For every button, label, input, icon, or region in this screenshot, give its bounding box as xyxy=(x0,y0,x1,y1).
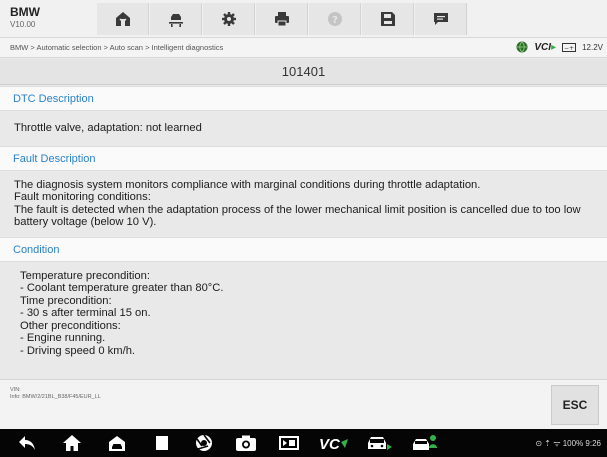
app-brand: BMW V10.00 xyxy=(10,6,40,30)
nav-recents-button[interactable] xyxy=(150,434,174,452)
fault-line: Fault monitoring conditions: xyxy=(14,191,151,203)
connection-status: VCI▸ −+ 12.2V xyxy=(516,41,603,53)
recents-icon xyxy=(156,436,168,450)
vci-connected-icon: ▸ xyxy=(551,41,557,53)
condition-text: Temperature precondition: - Coolant temp… xyxy=(0,261,607,379)
vci-icon: VC xyxy=(319,436,348,452)
vehicle-lift-button[interactable] xyxy=(150,3,202,35)
fault-line: The diagnosis system monitors compliance… xyxy=(14,178,481,191)
nav-home-button[interactable] xyxy=(60,434,84,452)
dtc-description-text: Throttle valve, adaptation: not learned xyxy=(0,111,607,146)
back-icon xyxy=(19,436,35,450)
screen-record-icon xyxy=(279,436,299,450)
camera-icon xyxy=(236,435,256,451)
vin-label: VIN: xyxy=(10,387,21,393)
home-button[interactable] xyxy=(97,3,149,35)
dtc-detail-panel[interactable]: DTC Description Throttle valve, adaptati… xyxy=(0,86,607,379)
vehicle-info: VIN: Info: BMW/2/21BL_B38/F45/EUR_LL xyxy=(10,387,101,401)
svg-text:VC: VC xyxy=(319,436,341,452)
condition-line: Other preconditions: xyxy=(20,319,121,332)
vehicle-home-icon xyxy=(109,436,125,451)
nav-screen-record-button[interactable] xyxy=(276,434,302,452)
system-tray: ⊙ ⇡ ᯤ 100% 9:26 xyxy=(535,439,601,448)
vehicle-make: BMW xyxy=(10,5,40,19)
battery-voltage: 12.2V xyxy=(582,42,603,52)
nav-back-button[interactable] xyxy=(15,434,39,452)
dtc-code-header: 101401 xyxy=(0,59,607,85)
nav-car-person-button[interactable] xyxy=(410,434,440,452)
vehicle-lift-icon xyxy=(168,14,183,27)
nav-vci-button[interactable]: VC xyxy=(318,434,350,452)
home-icon xyxy=(115,12,130,26)
system-nav-bar: VC ⊙ ⇡ ᯤ 100% 9:26 xyxy=(0,429,607,457)
dtc-description-heading: DTC Description xyxy=(0,86,607,111)
save-button[interactable] xyxy=(362,3,414,35)
breadcrumb: BMW > Automatic selection > Auto scan > … xyxy=(10,43,224,52)
fault-description-heading: Fault Description xyxy=(0,145,607,171)
browser-icon xyxy=(196,434,212,451)
condition-line: - 30 s after terminal 15 on. xyxy=(20,307,151,319)
vehicle-info-bar: VIN: Info: BMW/2/21BL_B38/F45/EUR_LL ESC xyxy=(0,379,607,429)
condition-heading: Condition xyxy=(0,236,607,262)
settings-icon xyxy=(221,12,236,26)
condition-line: - Coolant temperature greater than 80°C. xyxy=(20,282,224,294)
svg-text:−+: −+ xyxy=(564,45,574,52)
messages-button[interactable] xyxy=(415,3,467,35)
home-icon xyxy=(63,435,81,451)
print-button[interactable] xyxy=(256,3,308,35)
help-icon: ? xyxy=(327,12,342,26)
top-toolbar: BMW V10.00 ? xyxy=(0,0,607,38)
help-button[interactable]: ? xyxy=(309,3,361,35)
condition-line: Temperature precondition: xyxy=(20,269,150,282)
fault-description-text: The diagnosis system monitors compliance… xyxy=(0,170,607,237)
svg-text:?: ? xyxy=(332,15,338,26)
print-icon xyxy=(274,12,289,27)
nav-car-button[interactable] xyxy=(364,434,394,452)
esc-button[interactable]: ESC xyxy=(551,385,599,425)
messages-icon xyxy=(433,13,448,25)
battery-icon: −+ xyxy=(562,43,577,52)
condition-line: - Driving speed 0 km/h. xyxy=(20,344,136,357)
breadcrumb-bar: BMW > Automatic selection > Auto scan > … xyxy=(0,38,607,58)
nav-browser-button[interactable] xyxy=(192,434,216,452)
info-line: Info: BMW/2/21BL_B38/F45/EUR_LL xyxy=(10,394,101,400)
condition-line: - Engine running. xyxy=(20,332,106,344)
vci-label: VCI xyxy=(534,41,552,53)
car-icon xyxy=(368,437,392,450)
settings-button[interactable] xyxy=(203,3,255,35)
nav-vehicle-home-button[interactable] xyxy=(105,434,129,452)
condition-line: Time precondition: xyxy=(20,294,112,307)
network-icon xyxy=(516,41,528,53)
save-icon xyxy=(380,12,395,26)
fault-line: The fault is detected when the adaptatio… xyxy=(14,203,581,229)
vci-status: VCI▸ xyxy=(534,42,556,53)
nav-camera-button[interactable] xyxy=(233,434,259,452)
car-person-icon xyxy=(413,435,437,450)
software-version: V10.00 xyxy=(10,20,36,29)
